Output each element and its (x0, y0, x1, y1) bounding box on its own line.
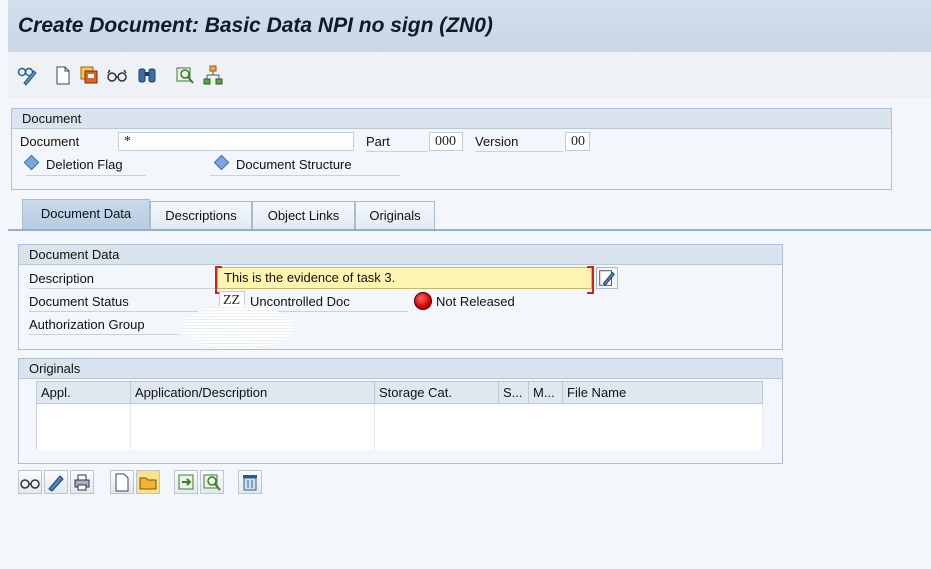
tab-strip-line (8, 229, 931, 231)
search-icon[interactable] (200, 470, 224, 494)
new-document-icon[interactable] (52, 64, 74, 86)
application-toolbar (8, 52, 931, 99)
table-cell[interactable] (130, 403, 375, 450)
column-header-application-description[interactable]: Application/Description (130, 381, 375, 404)
delete-icon[interactable] (238, 470, 262, 494)
page-title: Create Document: Basic Data NPI no sign … (18, 14, 493, 37)
table-row[interactable] (36, 403, 763, 450)
deletion-flag-label: Deletion Flag (46, 157, 123, 172)
authorization-group-underline (29, 334, 179, 335)
tab-object-links[interactable]: Object Links (252, 201, 355, 229)
hierarchy-icon[interactable] (202, 64, 224, 86)
description-label: Description (29, 271, 95, 286)
checkin-icon[interactable] (174, 470, 198, 494)
description-field[interactable]: This is the evidence of task 3. (215, 266, 594, 294)
save-copy-icon[interactable] (78, 64, 100, 86)
column-header-file-name[interactable]: File Name (562, 381, 763, 404)
document-group-header: Document (12, 109, 891, 129)
print-icon[interactable] (70, 470, 94, 494)
status-red-light-icon (414, 292, 432, 310)
document-status-underline (29, 311, 215, 312)
column-header-appl[interactable]: Appl. (36, 381, 131, 404)
open-folder-icon[interactable] (136, 470, 160, 494)
tab-document-data-label: Document Data (40, 206, 132, 221)
document-data-header: Document Data (19, 245, 782, 265)
part-label-underline (366, 151, 428, 152)
main-content: Document Document * Part 000 Version 00 … (8, 98, 931, 569)
tab-originals[interactable]: Originals (355, 201, 435, 229)
part-label: Part (366, 134, 390, 149)
originals-table: Appl. Application/Description Storage Ca… (36, 381, 763, 450)
tab-originals-label: Originals (369, 208, 421, 223)
version-field[interactable]: 00 (565, 132, 590, 151)
document-structure-underline (210, 175, 400, 176)
redacted-area (182, 305, 294, 349)
version-label: Version (475, 134, 519, 149)
tab-descriptions[interactable]: Descriptions (150, 201, 252, 229)
document-structure-icon (213, 154, 230, 171)
version-label-underline (475, 151, 563, 152)
change-pencil-icon[interactable] (44, 470, 68, 494)
display-icon[interactable] (18, 470, 42, 494)
document-structure-label: Document Structure (236, 157, 352, 172)
document-label: Document (20, 134, 80, 149)
object-search-icon[interactable] (174, 64, 196, 86)
tab-object-links-label: Object Links (267, 208, 340, 223)
description-label-underline (29, 288, 215, 289)
tab-descriptions-label: Descriptions (165, 208, 237, 223)
change-display-icon[interactable] (16, 64, 38, 86)
deletion-flag-icon (23, 154, 40, 171)
deletion-flag-item[interactable]: Deletion Flag (23, 154, 123, 172)
authorization-group-label: Authorization Group (29, 317, 145, 332)
document-status-label: Document Status (29, 294, 129, 309)
document-number-field[interactable]: * (118, 132, 354, 151)
display-glasses-icon[interactable] (106, 64, 128, 86)
originals-header: Originals (19, 359, 782, 379)
part-field[interactable]: 000 (429, 132, 463, 151)
table-cell[interactable] (374, 403, 763, 450)
column-header-m[interactable]: M... (528, 381, 563, 404)
originals-table-header-row: Appl. Application/Description Storage Ca… (36, 381, 763, 404)
release-status-text: Not Released (436, 294, 515, 309)
tab-document-data[interactable]: Document Data (22, 199, 150, 229)
table-cell[interactable] (36, 403, 131, 450)
title-bar: Create Document: Basic Data NPI no sign … (8, 0, 931, 53)
deletion-flag-underline (26, 175, 146, 176)
create-icon[interactable] (110, 470, 134, 494)
document-structure-item[interactable]: Document Structure (213, 154, 352, 172)
column-header-storage-category[interactable]: Storage Cat. (374, 381, 499, 404)
column-header-s[interactable]: S... (498, 381, 529, 404)
edit-text-icon[interactable] (596, 267, 618, 289)
binoculars-icon[interactable] (136, 64, 158, 86)
